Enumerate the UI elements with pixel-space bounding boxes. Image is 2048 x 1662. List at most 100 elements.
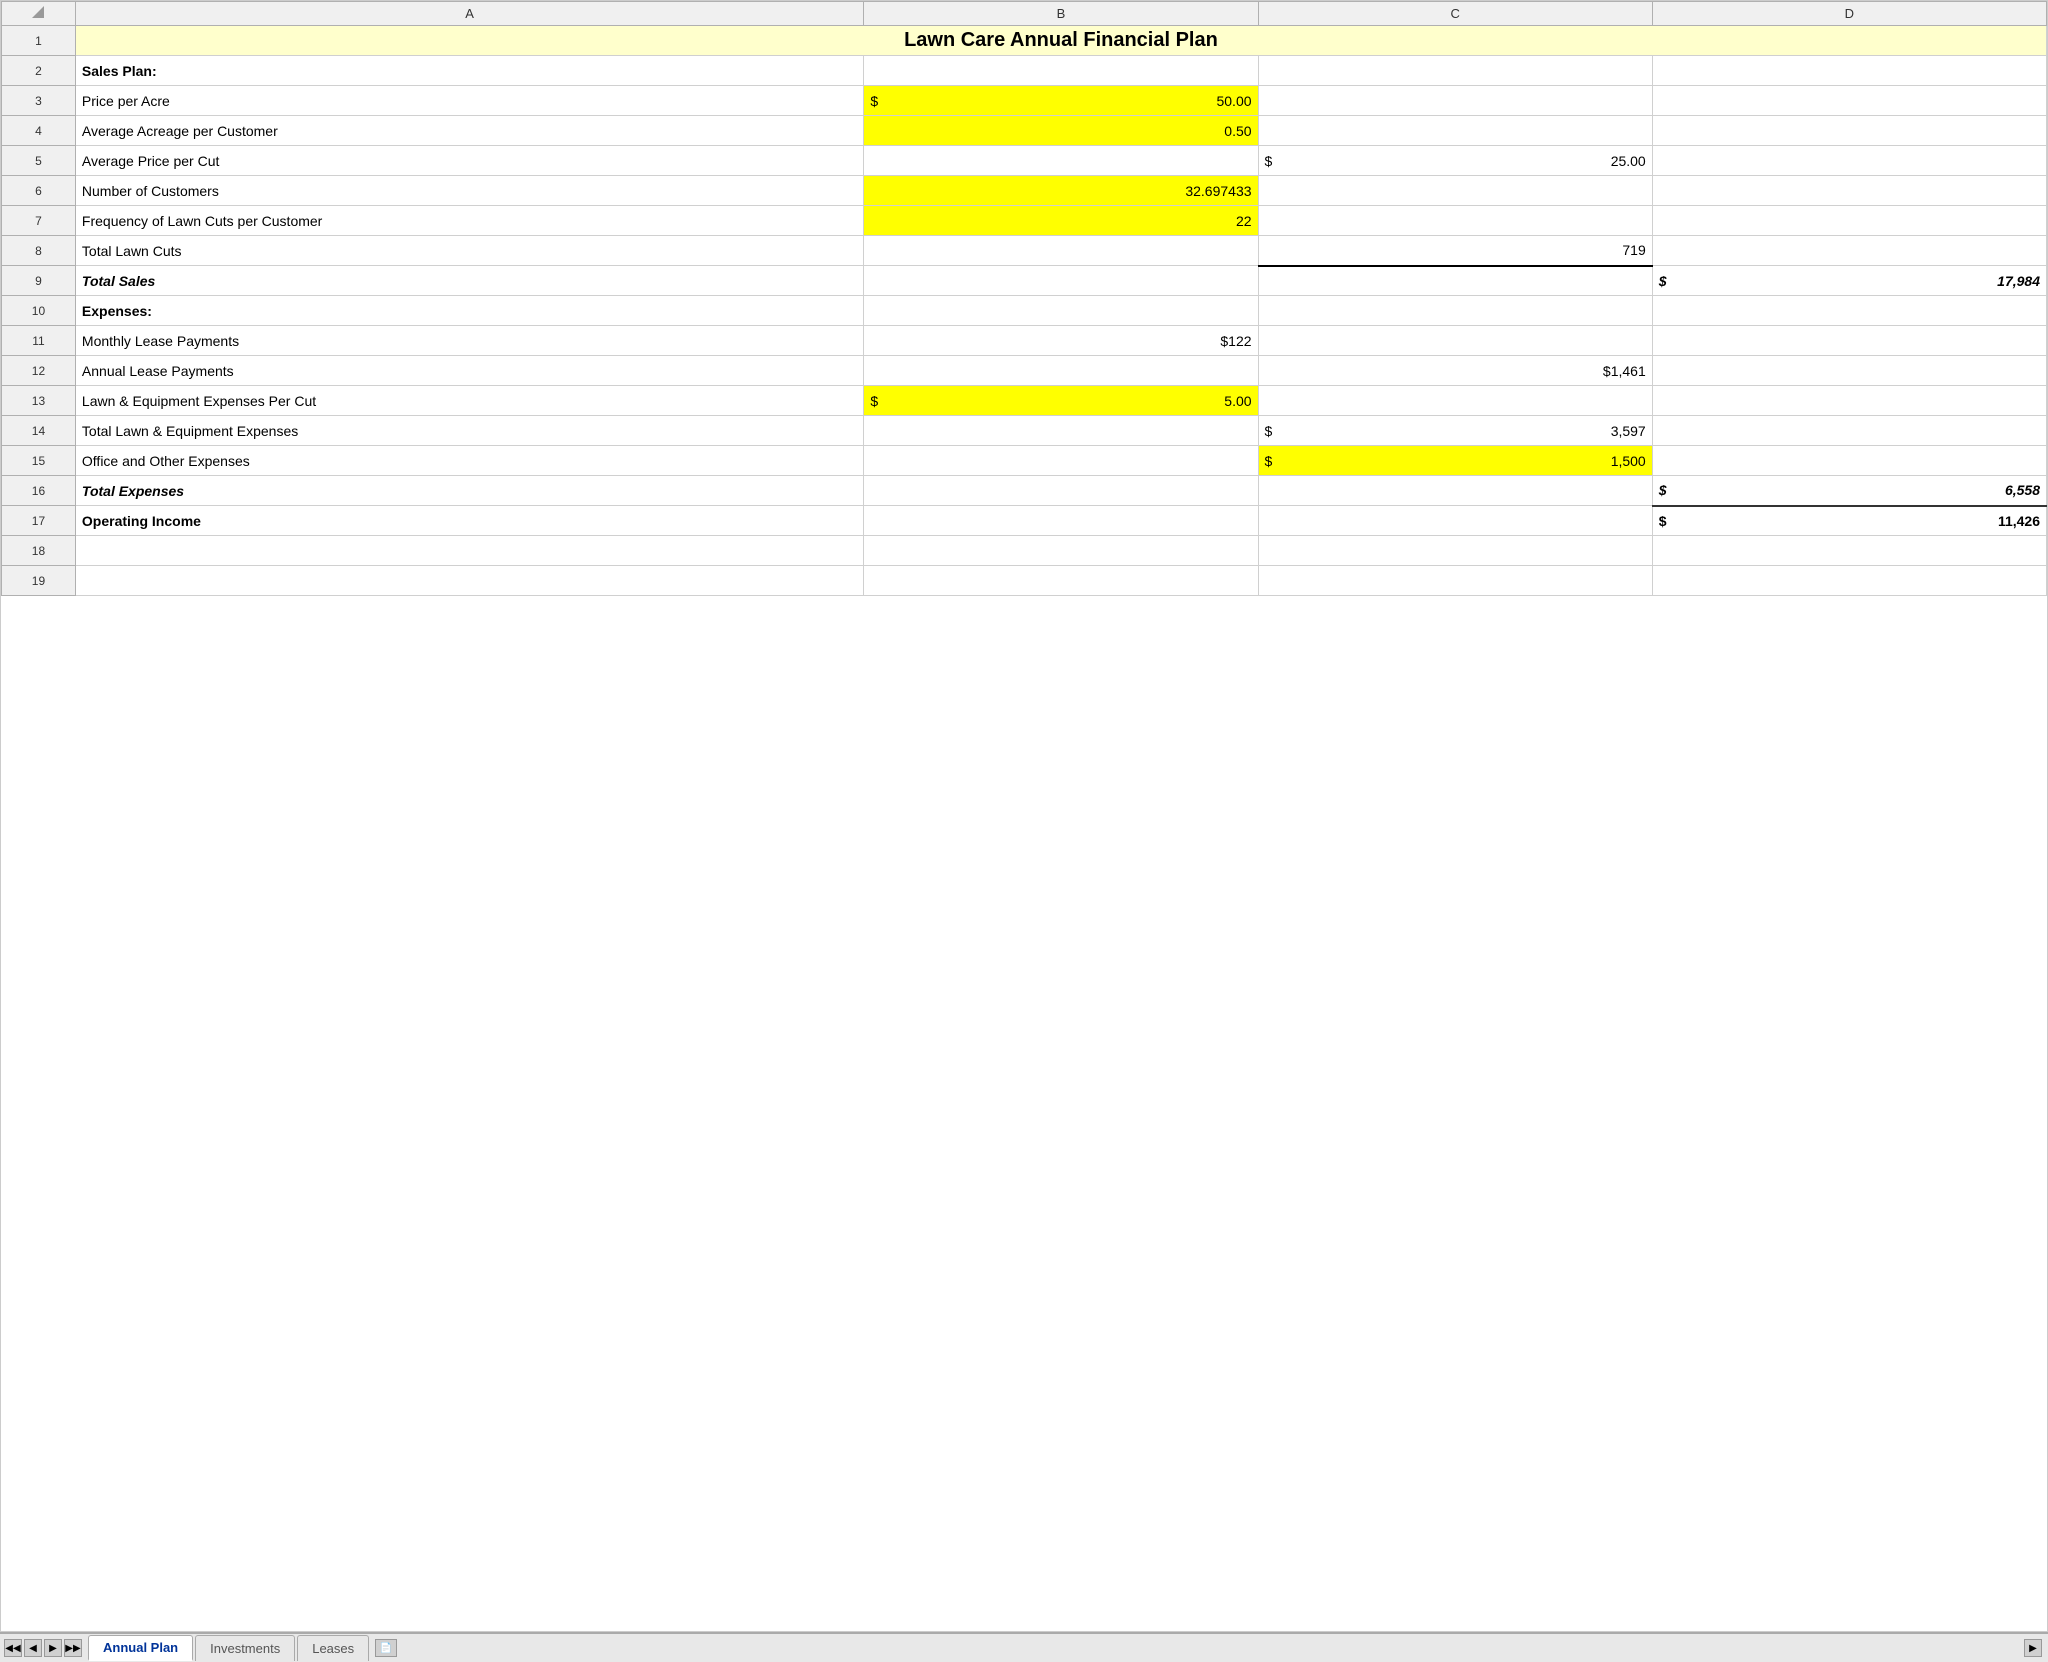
sheet-tab-investments[interactable]: Investments: [195, 1635, 295, 1661]
row-4: 4Average Acreage per Customer0.50: [2, 116, 2047, 146]
cell-9-D[interactable]: $17,984: [1652, 266, 2046, 296]
row-13: 13Lawn & Equipment Expenses Per Cut$5.00: [2, 386, 2047, 416]
title-cell: Lawn Care Annual Financial Plan: [75, 26, 2046, 56]
cell-10-D[interactable]: [1652, 296, 2046, 326]
cell-19-D[interactable]: [1652, 566, 2046, 596]
nav-last[interactable]: ▶▶: [64, 1639, 82, 1657]
cell-9-C[interactable]: [1258, 266, 1652, 296]
nav-first[interactable]: ◀◀: [4, 1639, 22, 1657]
cell-10-B[interactable]: [864, 296, 1258, 326]
cell-12-B[interactable]: [864, 356, 1258, 386]
value-b-2: 50.00: [1216, 93, 1251, 109]
cell-2-D[interactable]: [1652, 56, 2046, 86]
row-14: 14Total Lawn & Equipment Expenses$3,597: [2, 416, 2047, 446]
cell-11-B[interactable]: $122: [864, 326, 1258, 356]
nav-next[interactable]: ▶: [44, 1639, 62, 1657]
row-num-19: 19: [2, 566, 76, 596]
cell-11-A: Monthly Lease Payments: [75, 326, 863, 356]
cell-16-B[interactable]: [864, 476, 1258, 506]
cell-5-A: Average Price per Cut: [75, 146, 863, 176]
cell-5-C[interactable]: $25.00: [1258, 146, 1652, 176]
section-header-9: Expenses:: [75, 296, 863, 326]
cell-18-B[interactable]: [864, 536, 1258, 566]
cell-12-C[interactable]: $1,461: [1258, 356, 1652, 386]
dollar-sign-op: $: [1659, 513, 1667, 529]
dollar-sign-c-4: $: [1265, 153, 1273, 169]
cell-8-D[interactable]: [1652, 236, 2046, 266]
cell-11-D[interactable]: [1652, 326, 2046, 356]
cell-7-B[interactable]: 22: [864, 206, 1258, 236]
row-num-1: 1: [2, 26, 76, 56]
cell-17-D[interactable]: $11,426: [1652, 506, 2046, 536]
row-num-9: 9: [2, 266, 76, 296]
cell-18-A[interactable]: [75, 536, 863, 566]
row-num-10: 10: [2, 296, 76, 326]
col-header-c[interactable]: C: [1258, 2, 1652, 26]
cell-12-D[interactable]: [1652, 356, 2046, 386]
cell-5-D[interactable]: [1652, 146, 2046, 176]
row-10: 10Expenses:: [2, 296, 2047, 326]
cell-17-C[interactable]: [1258, 506, 1652, 536]
cell-4-C[interactable]: [1258, 116, 1652, 146]
corner-header: [2, 2, 76, 26]
cell-2-B[interactable]: [864, 56, 1258, 86]
row-19: 19: [2, 566, 2047, 596]
row-num-13: 13: [2, 386, 76, 416]
cell-4-A: Average Acreage per Customer: [75, 116, 863, 146]
dollar-sign-b-12: $: [870, 393, 878, 409]
cell-8-B[interactable]: [864, 236, 1258, 266]
row-17: 17Operating Income$11,426: [2, 506, 2047, 536]
cell-14-C[interactable]: $3,597: [1258, 416, 1652, 446]
sheet-tab-leases[interactable]: Leases: [297, 1635, 369, 1661]
cell-11-C[interactable]: [1258, 326, 1652, 356]
col-header-d[interactable]: D: [1652, 2, 2046, 26]
cell-19-C[interactable]: [1258, 566, 1652, 596]
cell-6-D[interactable]: [1652, 176, 2046, 206]
cell-19-B[interactable]: [864, 566, 1258, 596]
cell-16-C[interactable]: [1258, 476, 1652, 506]
cell-10-C[interactable]: [1258, 296, 1652, 326]
cell-14-B[interactable]: [864, 416, 1258, 446]
cell-8-A: Total Lawn Cuts: [75, 236, 863, 266]
cell-7-C[interactable]: [1258, 206, 1652, 236]
cell-8-C[interactable]: 719: [1258, 236, 1652, 266]
sheet-tab-annual-plan[interactable]: Annual Plan: [88, 1635, 193, 1661]
add-sheet-button[interactable]: 📄: [375, 1639, 397, 1657]
cell-15-B[interactable]: [864, 446, 1258, 476]
cell-6-C[interactable]: [1258, 176, 1652, 206]
cell-3-C[interactable]: [1258, 86, 1652, 116]
cell-18-C[interactable]: [1258, 536, 1652, 566]
cell-6-B[interactable]: 32.697433: [864, 176, 1258, 206]
value-c-13: 3,597: [1611, 423, 1646, 439]
cell-19-A[interactable]: [75, 566, 863, 596]
nav-prev[interactable]: ◀: [24, 1639, 42, 1657]
cell-18-D[interactable]: [1652, 536, 2046, 566]
row-6: 6Number of Customers32.697433: [2, 176, 2047, 206]
col-header-b[interactable]: B: [864, 2, 1258, 26]
value-15: 6,558: [2005, 482, 2040, 498]
cell-17-B[interactable]: [864, 506, 1258, 536]
cell-16-D[interactable]: $6,558: [1652, 476, 2046, 506]
row-num-4: 4: [2, 116, 76, 146]
cell-3-D[interactable]: [1652, 86, 2046, 116]
dollar-sign-c-13: $: [1265, 423, 1273, 439]
cell-13-B[interactable]: $5.00: [864, 386, 1258, 416]
scroll-right-button[interactable]: ▶: [2024, 1639, 2042, 1657]
col-header-a[interactable]: A: [75, 2, 863, 26]
cell-4-B[interactable]: 0.50: [864, 116, 1258, 146]
cell-4-D[interactable]: [1652, 116, 2046, 146]
cell-3-B[interactable]: $50.00: [864, 86, 1258, 116]
cell-14-D[interactable]: [1652, 416, 2046, 446]
cell-2-C[interactable]: [1258, 56, 1652, 86]
row-12: 12Annual Lease Payments$1,461: [2, 356, 2047, 386]
cell-13-D[interactable]: [1652, 386, 2046, 416]
cell-7-D[interactable]: [1652, 206, 2046, 236]
cell-15-C[interactable]: $1,500: [1258, 446, 1652, 476]
row-num-17: 17: [2, 506, 76, 536]
row-num-11: 11: [2, 326, 76, 356]
cell-9-B[interactable]: [864, 266, 1258, 296]
cell-15-D[interactable]: [1652, 446, 2046, 476]
cell-5-B[interactable]: [864, 146, 1258, 176]
dollar-sign-c-14: $: [1265, 453, 1273, 469]
cell-13-C[interactable]: [1258, 386, 1652, 416]
